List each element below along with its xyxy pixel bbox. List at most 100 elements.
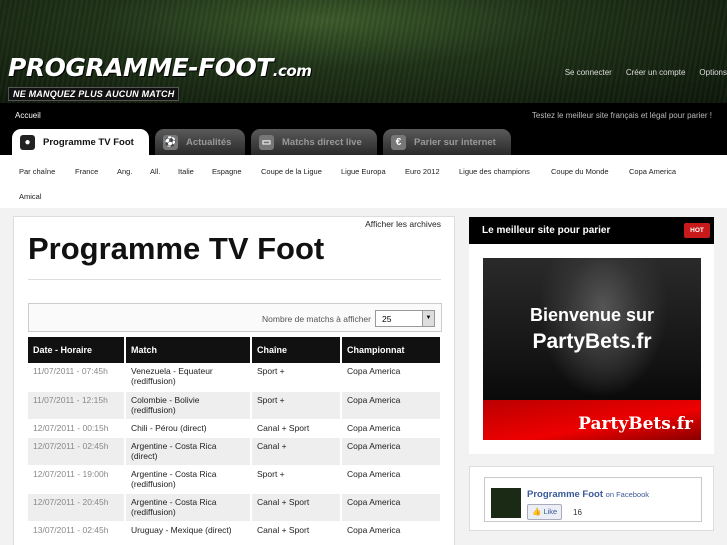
site-logo[interactable]: PROGRAMME-FOOT.com NE MANQUEZ PLUS AUCUN… — [8, 53, 312, 102]
main-tabs: ● Programme TV Foot ⚽ Actualités ▭ Match… — [0, 127, 727, 155]
match-channel: Canal + Sport — [251, 521, 342, 540]
subnav-item[interactable]: Ligue Europa — [341, 167, 386, 176]
subnav-item[interactable]: Espagne — [212, 167, 242, 176]
column-header: Date - Horaire — [28, 337, 126, 363]
subnav-item[interactable]: France — [75, 167, 98, 176]
main-content: Afficher les archives Programme TV Foot … — [13, 216, 455, 545]
match-date: 13/07/2011 - 02:45h — [28, 521, 126, 540]
match-note: (rediffusion) — [131, 376, 176, 386]
sidebar-ad-box: Bienvenue sur PartyBets.fr PartyBets.fr — [469, 244, 714, 454]
match-channel: Sport + — [251, 391, 342, 420]
match-cell: Uruguay - Mexique (direct) — [125, 521, 252, 540]
match-table: Date - Horaire Match Chaîne Championnat … — [28, 337, 442, 540]
match-cell: Argentine - Costa Rica (direct) — [125, 437, 252, 466]
banner-line1: Bienvenue sur — [529, 305, 655, 325]
match-channel: Canal + Sport — [251, 419, 342, 438]
page: PROGRAMME-FOOT.com NE MANQUEZ PLUS AUCUN… — [0, 0, 727, 545]
subnav-item[interactable]: Coupe du Monde — [551, 167, 609, 176]
match-note: (rediffusion) — [131, 404, 176, 415]
chevron-down-icon: ▼ — [422, 311, 434, 326]
match-count-label: Nombre de matchs à afficher — [262, 314, 371, 324]
thumbs-up-icon: 👍 — [532, 507, 542, 516]
match-channel: Canal + — [251, 437, 342, 466]
match-name[interactable]: Argentine - Costa Rica — [131, 497, 245, 507]
subnav-item[interactable]: Copa America — [629, 167, 676, 176]
banner-line2: PartyBets.fr — [532, 330, 652, 353]
subnav-item[interactable]: Euro 2012 — [405, 167, 440, 176]
competition-menu: Par chaîne France Ang. All. Italie Espag… — [0, 155, 727, 208]
match-cell: Argentine - Costa Rica (rediffusion) — [125, 465, 252, 494]
match-date: 12/07/2011 - 00:15h — [28, 419, 126, 438]
tab-programme-tv[interactable]: ● Programme TV Foot — [12, 129, 149, 155]
table-row: 12/07/2011 - 00:15h Chili - Pérou (direc… — [28, 419, 442, 438]
match-league: Copa America — [341, 521, 442, 540]
match-note: (rediffusion) — [131, 478, 176, 489]
table-row: 12/07/2011 - 02:45h Argentine - Costa Ri… — [28, 437, 442, 466]
column-header: Match — [125, 337, 252, 363]
match-name[interactable]: Chili - Pérou (direct) — [131, 423, 245, 433]
promo-slogan[interactable]: Testez le meilleur site français et léga… — [532, 111, 712, 120]
table-row: 11/07/2011 - 12:15h Colombie - Bolivie (r… — [28, 391, 442, 420]
table-header: Date - Horaire Match Chaîne Championnat — [28, 337, 442, 363]
match-cell: Chili - Pérou (direct) — [125, 419, 252, 438]
partybets-logo: PartyBets.fr — [578, 414, 693, 434]
match-date: 12/07/2011 - 02:45h — [28, 437, 126, 466]
facebook-widget: Programme Foot on Facebook 👍 Like 16 — [469, 466, 714, 531]
login-link[interactable]: Se connecter — [565, 68, 612, 77]
player-silhouette — [538, 258, 668, 398]
match-date: 11/07/2011 - 07:45h — [28, 363, 126, 392]
match-name[interactable]: Colombie - Bolivie — [131, 395, 245, 405]
match-cell: Colombie - Bolivie (rediffusion) — [125, 391, 252, 420]
soccer-ball-icon: ● — [20, 134, 35, 150]
archives-link[interactable]: Afficher les archives — [365, 219, 441, 229]
subnav-item[interactable]: Ang. — [117, 167, 132, 176]
match-cell: Argentine - Costa Rica (rediffusion) — [125, 493, 252, 522]
site-header: PROGRAMME-FOOT.com NE MANQUEZ PLUS AUCUN… — [0, 0, 727, 103]
table-row: 11/07/2011 - 07:45h Venezuela - Equateur… — [28, 363, 442, 392]
subnav-item[interactable]: All. — [150, 167, 160, 176]
subnav-item[interactable]: Amical — [19, 192, 42, 201]
account-links: Se connecter Créer un compte Options — [565, 68, 727, 77]
page-thumbnail[interactable] — [491, 488, 521, 518]
divider — [28, 279, 441, 280]
match-league: Copa America — [341, 391, 442, 420]
match-name[interactable]: Argentine - Costa Rica — [131, 441, 245, 451]
page-title: Programme TV Foot — [28, 231, 325, 266]
match-name[interactable]: Venezuela - Equateur — [131, 366, 245, 376]
match-count-select[interactable]: 25 ▼ — [375, 310, 435, 327]
facebook-page-name[interactable]: Programme Foot on Facebook — [527, 489, 649, 500]
logo-text: PROGRAMME-FOOT.com — [8, 53, 312, 82]
match-name[interactable]: Uruguay - Mexique (direct) — [131, 525, 245, 535]
subnav-item[interactable]: Italie — [178, 167, 194, 176]
options-link[interactable]: Options — [699, 68, 727, 77]
match-league: Copa America — [341, 465, 442, 494]
match-league: Copa America — [341, 493, 442, 522]
hot-badge: HOT — [684, 223, 710, 238]
match-count-bar: Nombre de matchs à afficher 25 ▼ — [28, 303, 442, 332]
table-row: 12/07/2011 - 19:00h Argentine - Costa Ri… — [28, 465, 442, 494]
match-date: 12/07/2011 - 19:00h — [28, 465, 126, 494]
home-link[interactable]: Accueil — [15, 111, 41, 120]
match-league: Copa America — [341, 363, 442, 392]
sidebar-title: Le meilleur site pour parier — [482, 225, 611, 236]
match-channel: Sport + — [251, 465, 342, 494]
like-button[interactable]: 👍 Like — [527, 504, 563, 520]
match-date: 11/07/2011 - 12:15h — [28, 391, 126, 420]
player-icon: ⚽ — [163, 134, 178, 150]
top-navbar: Accueil Testez le meilleur site français… — [0, 103, 727, 127]
match-note: (direct) — [131, 450, 158, 461]
match-league: Copa America — [341, 437, 442, 466]
register-link[interactable]: Créer un compte — [626, 68, 686, 77]
tab-actualites[interactable]: ⚽ Actualités — [155, 129, 245, 155]
subnav-item[interactable]: Par chaîne — [19, 167, 55, 176]
match-name[interactable]: Argentine - Costa Rica — [131, 469, 245, 479]
partybets-banner[interactable]: Bienvenue sur PartyBets.fr PartyBets.fr — [483, 258, 701, 440]
tab-parier[interactable]: € Parier sur internet — [383, 129, 511, 155]
facebook-like-box: Programme Foot on Facebook 👍 Like 16 — [484, 477, 702, 522]
sidebar-header: Le meilleur site pour parier HOT — [469, 217, 714, 244]
subnav-item[interactable]: Coupe de la Ligue — [261, 167, 322, 176]
subnav-item[interactable]: Ligue des champions — [459, 167, 530, 176]
tab-direct-live[interactable]: ▭ Matchs direct live — [251, 129, 377, 155]
logo-tagline: NE MANQUEZ PLUS AUCUN MATCH — [8, 87, 180, 101]
match-channel: Sport + — [251, 363, 342, 392]
